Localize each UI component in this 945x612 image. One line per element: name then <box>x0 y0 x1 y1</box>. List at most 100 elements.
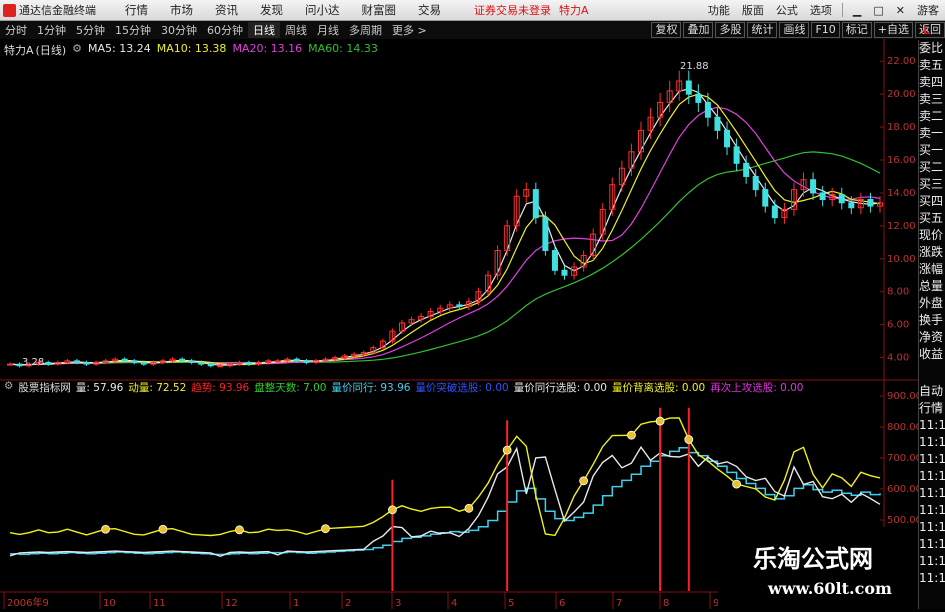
ma20-label: MA20: 13.16 <box>232 42 303 55</box>
watermark: 乐淘公式网 www.60lt.com <box>718 527 918 609</box>
tick-row-6[interactable]: 11:1 <box>919 485 945 502</box>
menu-item-discover[interactable]: 发现 <box>249 2 294 18</box>
tab-weekly[interactable]: 周线 <box>280 22 312 38</box>
tick-row-8[interactable]: 11:1 <box>919 519 945 536</box>
price-tick-label: 18.00 <box>887 122 916 133</box>
indicator-settings-icon[interactable]: ⚙ <box>4 380 13 395</box>
tick-row-11[interactable]: 11:1 <box>919 570 945 587</box>
price-tick-label: 12.00 <box>887 221 916 232</box>
quote-field-16[interactable]: 换手 <box>919 312 945 329</box>
tab-timeshare[interactable]: 分时 <box>0 22 32 38</box>
tab-more[interactable]: 更多 > <box>387 22 432 38</box>
candle-body <box>73 360 80 363</box>
tab-5min[interactable]: 5分钟 <box>71 22 110 38</box>
stats-button[interactable]: 统计 <box>747 22 778 38</box>
indicator-tick-label: 700.00 <box>887 453 918 464</box>
quote-field-3[interactable]: 卖三 <box>919 91 945 108</box>
kline-chart[interactable]: 22.0020.0018.0016.0014.0012.0010.008.006… <box>0 39 922 609</box>
adjust-button[interactable]: 复权 <box>651 22 682 38</box>
tick-row-9[interactable]: 11:1 <box>919 536 945 553</box>
menu-item-wealth[interactable]: 财富圈 <box>351 2 408 18</box>
tab-multi-period[interactable]: 多周期 <box>344 22 387 38</box>
tick-row-2[interactable]: 11:1 <box>919 417 945 434</box>
quote-field-14[interactable]: 总量 <box>919 278 945 295</box>
tick-row-10[interactable]: 11:1 <box>919 553 945 570</box>
menu-item-trade[interactable]: 交易 <box>407 2 452 18</box>
tick-row-4[interactable]: 11:1 <box>919 451 945 468</box>
quote-field-2[interactable]: 卖四 <box>919 74 945 91</box>
tick-row-3[interactable]: 11:1 <box>919 434 945 451</box>
indicator-name[interactable]: 股票指标网 <box>18 380 71 395</box>
quote-field-0[interactable]: 委比 <box>919 40 945 57</box>
candle-body <box>771 205 778 219</box>
quote-field-15[interactable]: 外盘 <box>919 295 945 312</box>
quote-field-9[interactable]: 买四 <box>919 193 945 210</box>
time-tick-label: 5 <box>508 598 514 609</box>
signal-marker <box>388 505 397 515</box>
ma5-series <box>9 88 881 366</box>
ma20-line <box>9 106 881 366</box>
mark-button[interactable]: 标记 <box>841 22 872 38</box>
signal-marker <box>655 416 665 426</box>
stock-name-label: 特力A <box>4 44 34 57</box>
tick-row-1[interactable]: 行情 <box>919 400 945 417</box>
quote-field-5[interactable]: 卖一 <box>919 125 945 142</box>
candle-body <box>542 217 549 252</box>
guest-label[interactable]: 游客 <box>911 2 945 18</box>
settings-icon[interactable]: ⚙ <box>72 42 82 58</box>
time-tick-label: 7 <box>616 598 622 609</box>
tab-15min[interactable]: 15分钟 <box>110 22 156 38</box>
tab-daily[interactable]: 日线 <box>248 22 280 38</box>
quote-field-7[interactable]: 买二 <box>919 159 945 176</box>
add-watchlist-button[interactable]: +自选 <box>873 22 913 38</box>
overlay-button[interactable]: 叠加 <box>683 22 714 38</box>
candle-body <box>246 361 253 365</box>
indicator-item-volume: 量: 57.96 <box>75 382 124 394</box>
menu-item-market[interactable]: 行情 <box>114 2 159 18</box>
f10-button[interactable]: F10 <box>811 22 840 38</box>
tab-60min[interactable]: 60分钟 <box>202 22 248 38</box>
candle-body <box>532 189 539 219</box>
candle-body <box>714 116 721 131</box>
quote-field-17[interactable]: 净资 <box>919 329 945 346</box>
tick-row-0[interactable]: 自动 <box>919 383 945 400</box>
candle-body <box>762 189 769 207</box>
tab-30min[interactable]: 30分钟 <box>156 22 202 38</box>
candle-body <box>188 360 195 363</box>
ma5-line <box>9 88 881 366</box>
tab-monthly[interactable]: 月线 <box>312 22 344 38</box>
formula-button[interactable]: 公式 <box>770 2 804 18</box>
quote-field-1[interactable]: 卖五 <box>919 57 945 74</box>
options-button[interactable]: 选项 <box>804 2 838 18</box>
menu-item-assistant[interactable]: 问小达 <box>294 2 351 18</box>
quote-field-11[interactable]: 现价 <box>919 227 945 244</box>
tick-row-5[interactable]: 11:1 <box>919 468 945 485</box>
function-button[interactable]: 功能 <box>702 2 736 18</box>
quote-field-8[interactable]: 买三 <box>919 176 945 193</box>
candle-body <box>695 93 702 103</box>
quote-field-10[interactable]: 买五 <box>919 210 945 227</box>
current-stock: 特力A <box>559 4 589 17</box>
menu-item-markets[interactable]: 市场 <box>159 2 204 18</box>
quote-side-panel: L 委比 卖五 卖四 卖三 卖二 卖一 买一 买二 买三 买四 买五 现价 涨跌 涨幅 总量 外盘 换手 净资 收益… <box>918 24 945 609</box>
tab-1min[interactable]: 1分钟 <box>32 22 71 38</box>
close-icon[interactable]: ✕ <box>890 4 911 17</box>
minimize-icon[interactable]: ▁ <box>847 4 867 17</box>
login-notice[interactable]: 证券交易未登录 <box>474 2 551 18</box>
candle-body <box>867 199 874 207</box>
multi-stock-button[interactable]: 多股 <box>715 22 746 38</box>
indicator-tick-label: 900.00 <box>887 391 918 402</box>
indicator-item-vol-price: 量价同行: 93.96 <box>331 382 411 394</box>
draw-line-button[interactable]: 画线 <box>779 22 810 38</box>
quote-field-4[interactable]: 卖二 <box>919 108 945 125</box>
tick-row-7[interactable]: 11:1 <box>919 502 945 519</box>
price-axis: 22.00 20.00 18.00 16.00 14.00 12.00 10.00 8.00 6… <box>880 56 916 364</box>
quote-field-12[interactable]: 涨跌 <box>919 244 945 261</box>
quote-field-13[interactable]: 涨幅 <box>919 261 945 278</box>
quote-field-18[interactable]: 收益 <box>919 346 945 363</box>
ma10-label: MA10: 13.38 <box>156 42 227 55</box>
maximize-icon[interactable]: □ <box>867 4 889 17</box>
layout-button[interactable]: 版面 <box>736 2 770 18</box>
quote-field-6[interactable]: 买一 <box>919 142 945 159</box>
menu-item-news[interactable]: 资讯 <box>204 2 249 18</box>
